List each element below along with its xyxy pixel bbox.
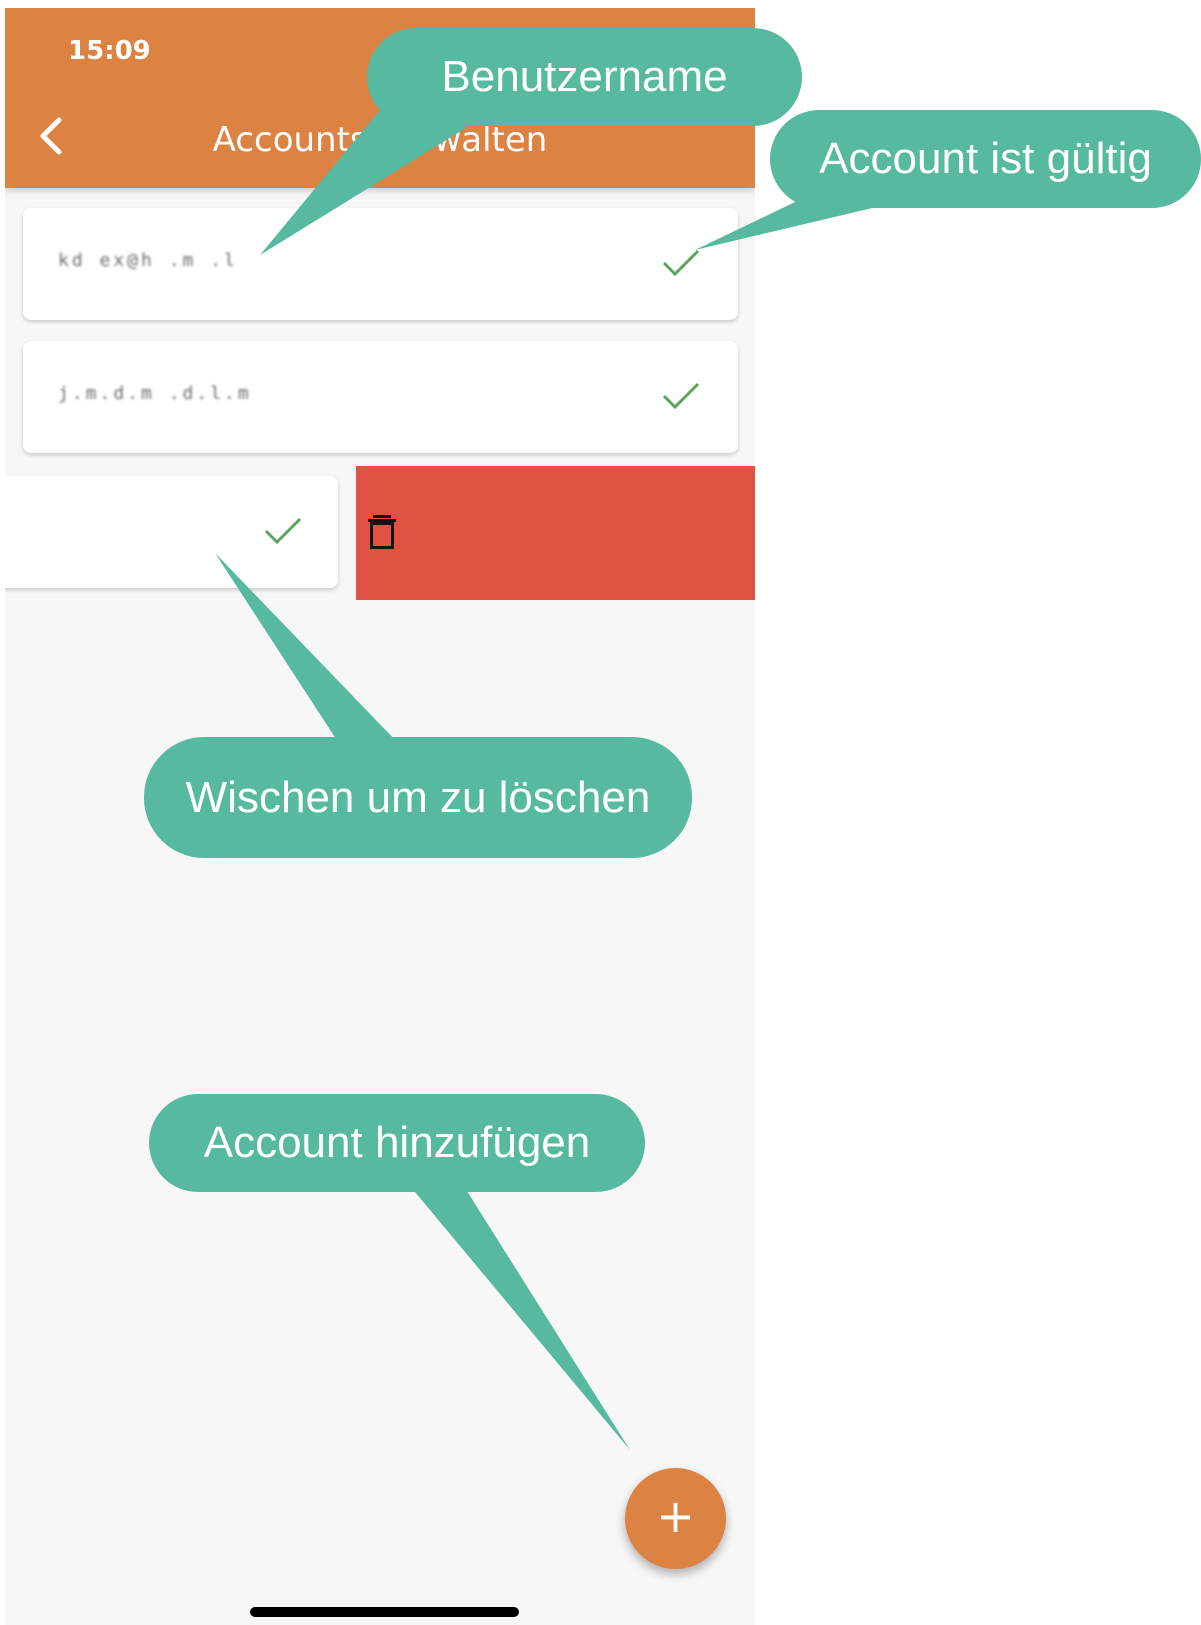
check-icon	[264, 517, 302, 545]
plus-icon: +	[656, 1489, 695, 1543]
account-item[interactable]: kd ex@h .m .l	[23, 208, 738, 320]
home-indicator	[250, 1607, 519, 1617]
callout-account-valid: Account ist gültig	[770, 110, 1201, 208]
account-username: j.m.d.m .d.l.m	[58, 383, 252, 404]
add-account-button[interactable]: +	[625, 1468, 726, 1569]
check-icon	[662, 249, 700, 277]
callout-add-account: Account hinzufügen	[149, 1094, 645, 1192]
callout-swipe-delete: Wischen um zu löschen	[144, 737, 692, 858]
status-time: 15:09	[68, 36, 151, 66]
account-item[interactable]: j.m.d.m .d.l.m	[23, 341, 738, 453]
swipe-delete-action[interactable]	[356, 466, 755, 600]
callout-username: Benutzername	[367, 28, 802, 126]
check-icon	[662, 382, 700, 410]
account-item-swiped[interactable]	[5, 476, 338, 588]
trash-icon	[368, 515, 396, 549]
page-title: Accounts verwalten	[212, 120, 548, 160]
account-username: kd ex@h .m .l	[58, 250, 238, 271]
